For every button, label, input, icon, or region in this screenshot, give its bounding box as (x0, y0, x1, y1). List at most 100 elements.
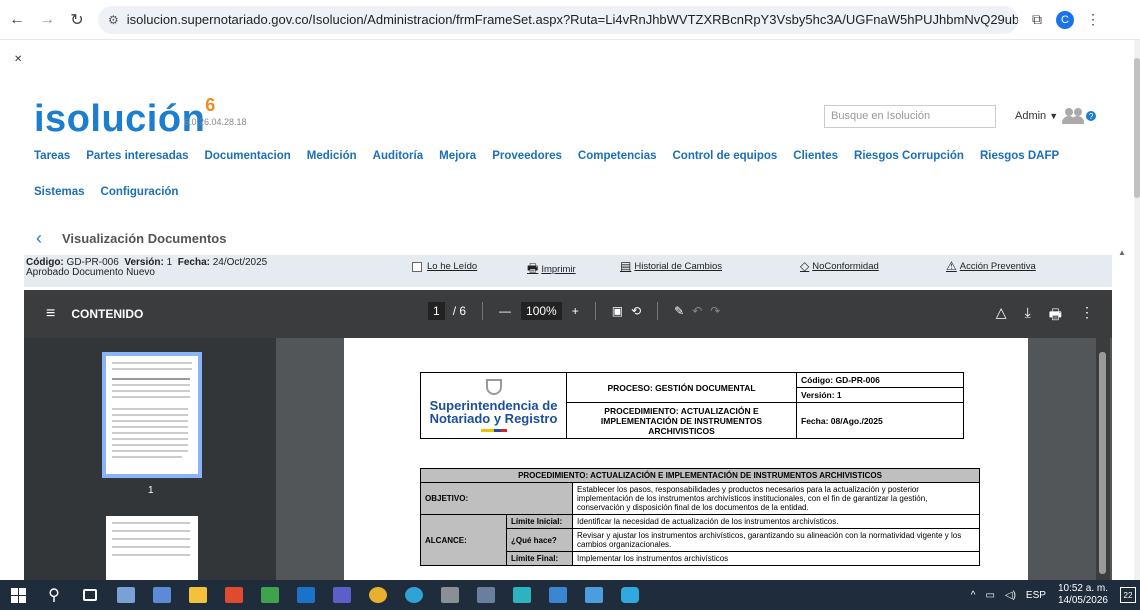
redo-icon[interactable]: ↷ (710, 304, 720, 318)
windows-start-icon[interactable] (0, 580, 36, 610)
search-input[interactable]: Busque en Isolución (824, 105, 996, 128)
users-icon (1062, 108, 1085, 124)
menu-item-sistemas[interactable]: Sistemas (34, 186, 85, 198)
warning-icon: ⚠ (946, 259, 957, 273)
chrome-icon[interactable] (360, 580, 396, 610)
site-settings-icon[interactable]: ⚙ (108, 13, 119, 27)
app-icon-1[interactable] (108, 580, 144, 610)
process-cell: PROCESO: GESTIÓN DOCUMENTAL (566, 372, 797, 403)
app-icon-8[interactable] (540, 580, 576, 610)
volume-icon[interactable]: ◁) (1005, 590, 1016, 601)
chevron-left-icon[interactable]: ‹ (36, 228, 42, 249)
zoom-in-icon[interactable]: + (572, 304, 579, 318)
menu-item-clientes[interactable]: Clientes (793, 150, 838, 162)
more-options-icon[interactable]: ⋮ (1080, 304, 1094, 328)
app-icon-9[interactable] (576, 580, 612, 610)
page-scrollbar[interactable] (1134, 40, 1140, 580)
app-icon-3[interactable] (216, 580, 252, 610)
menu-item-riesgos-dafp[interactable]: Riesgos DAFP (980, 150, 1059, 162)
menu-item-partes-interesadas[interactable]: Partes interesadas (86, 150, 188, 162)
menu-item-auditoria[interactable]: Auditoría (373, 150, 423, 162)
pdf-title: CONTENIDO (71, 307, 144, 321)
back-arrow-icon[interactable]: ← (4, 11, 30, 29)
language-indicator[interactable]: ESP (1026, 590, 1046, 601)
nonconformity-link[interactable]: ◇ NoConformidad (800, 259, 879, 273)
version-cell: Versión: 1 (796, 387, 964, 403)
zoom-out-icon[interactable]: — (499, 304, 511, 318)
user-name: Admin (1015, 110, 1047, 122)
history-link[interactable]: ▤ Historial de Cambios (620, 259, 722, 273)
forward-arrow-icon[interactable]: → (34, 11, 60, 29)
app-icon-2[interactable] (144, 580, 180, 610)
menu-item-competencias[interactable]: Competencias (578, 150, 657, 162)
document-list-icon: ▤ (620, 259, 632, 273)
menu-item-mejora[interactable]: Mejora (439, 150, 476, 162)
url-text: isolucion.supernotariado.gov.co/Isolucio… (126, 12, 1018, 27)
task-view-icon[interactable] (72, 580, 108, 610)
limite-inicial-label: Límite Inicial: (506, 514, 573, 529)
app-icon-7[interactable] (504, 580, 540, 610)
read-checkbox[interactable]: Lo he Leído (412, 261, 477, 272)
menu-item-control-equipos[interactable]: Control de equipos (673, 150, 778, 162)
app-icon-6[interactable] (468, 580, 504, 610)
app-icon-4[interactable] (252, 580, 288, 610)
pdf-scrollbar[interactable] (1096, 338, 1110, 580)
limite-final-label: Límite Final: (506, 551, 573, 566)
thumbnail-number: 1 (148, 485, 154, 496)
help-icon[interactable]: ? (1086, 111, 1097, 121)
zoom-level-input[interactable]: 100% (521, 302, 562, 320)
clock[interactable]: 10:52 a. m. 14/05/2026 (1058, 583, 1108, 607)
file-explorer-icon[interactable] (180, 580, 216, 610)
browser-toolbar: ← → ↻ ⚙ isolucion.supernotariado.gov.co/… (0, 0, 1140, 40)
page-thumbnail-1[interactable] (102, 352, 202, 478)
chevron-down-icon: ▼ (1049, 111, 1059, 121)
network-icon[interactable]: ▭ (985, 590, 994, 601)
notification-icon[interactable]: 22 (1120, 587, 1136, 603)
date-cell: Fecha: 08/Ago./2025 (796, 402, 964, 439)
printer-icon: 🖶 (527, 261, 539, 275)
limite-inicial-text: Identificar la necesidad de actualizació… (572, 514, 980, 529)
tray-chevron-up-icon[interactable]: ^ (971, 590, 976, 601)
main-menu: Tareas Partes interesadas Documentacion … (34, 150, 1114, 222)
page-number-input[interactable]: 1 (428, 302, 445, 320)
profile-avatar[interactable]: C (1056, 10, 1074, 29)
hamburger-menu-icon[interactable]: ≡ (46, 305, 55, 323)
close-icon[interactable]: ✕ (14, 54, 22, 65)
que-hace-label: ¿Qué hace? (506, 528, 573, 552)
app-icon-5[interactable] (432, 580, 468, 610)
menu-item-documentacion[interactable]: Documentacion (205, 150, 291, 162)
fit-page-icon[interactable]: ▣ (612, 304, 623, 318)
code-cell: Código: GD-PR-006 (796, 372, 964, 388)
objetivo-text: Establecer los pasos, responsabilidades … (572, 482, 980, 515)
download-icon[interactable]: ⤓ (1025, 304, 1031, 328)
rotate-icon[interactable]: ⟲ (631, 304, 641, 318)
pdf-controls: 1 / 6 — 100% + ▣ ⟲ ✎ ↶ ↷ (424, 302, 724, 320)
drive-icon[interactable]: △ (996, 304, 1007, 328)
outlook-icon[interactable] (288, 580, 324, 610)
address-bar[interactable]: ⚙ isolucion.supernotariado.gov.co/Isoluc… (98, 5, 1018, 34)
print-icon[interactable]: 🖶 (1049, 304, 1062, 328)
edge-icon[interactable] (396, 580, 432, 610)
search-icon[interactable]: ⚲ (36, 580, 72, 610)
browser-menu-icon[interactable]: ⋮ (1086, 11, 1100, 28)
menu-item-configuracion[interactable]: Configuración (101, 186, 179, 198)
undo-icon[interactable]: ↶ (692, 304, 702, 318)
app-icon-10[interactable] (612, 580, 648, 610)
scroll-up-arrow-icon[interactable]: ▲ (1118, 248, 1126, 257)
menu-item-tareas[interactable]: Tareas (34, 150, 70, 162)
nonconformity-icon: ◇ (800, 259, 810, 273)
annotate-icon[interactable]: ✎ (674, 304, 684, 318)
brand-cell: Superintendencia de Notariado y Registro (420, 372, 567, 439)
print-link[interactable]: 🖶 Imprimir (527, 259, 576, 280)
page-title: Visualización Documentos (62, 231, 227, 246)
preventive-action-link[interactable]: ⚠ Acción Preventiva (946, 259, 1036, 273)
extensions-icon[interactable]: ⧉ (1032, 11, 1042, 28)
alcance-label: ALCANCE: (420, 514, 507, 566)
page-thumbnail-2[interactable] (106, 516, 198, 580)
menu-item-proveedores[interactable]: Proveedores (492, 150, 562, 162)
menu-item-medicion[interactable]: Medición (307, 150, 357, 162)
user-menu[interactable]: Admin ▼ ? (1015, 108, 1097, 124)
reload-icon[interactable]: ↻ (64, 10, 90, 30)
menu-item-riesgos-corrupcion[interactable]: Riesgos Corrupción (854, 150, 964, 162)
teams-icon[interactable] (324, 580, 360, 610)
